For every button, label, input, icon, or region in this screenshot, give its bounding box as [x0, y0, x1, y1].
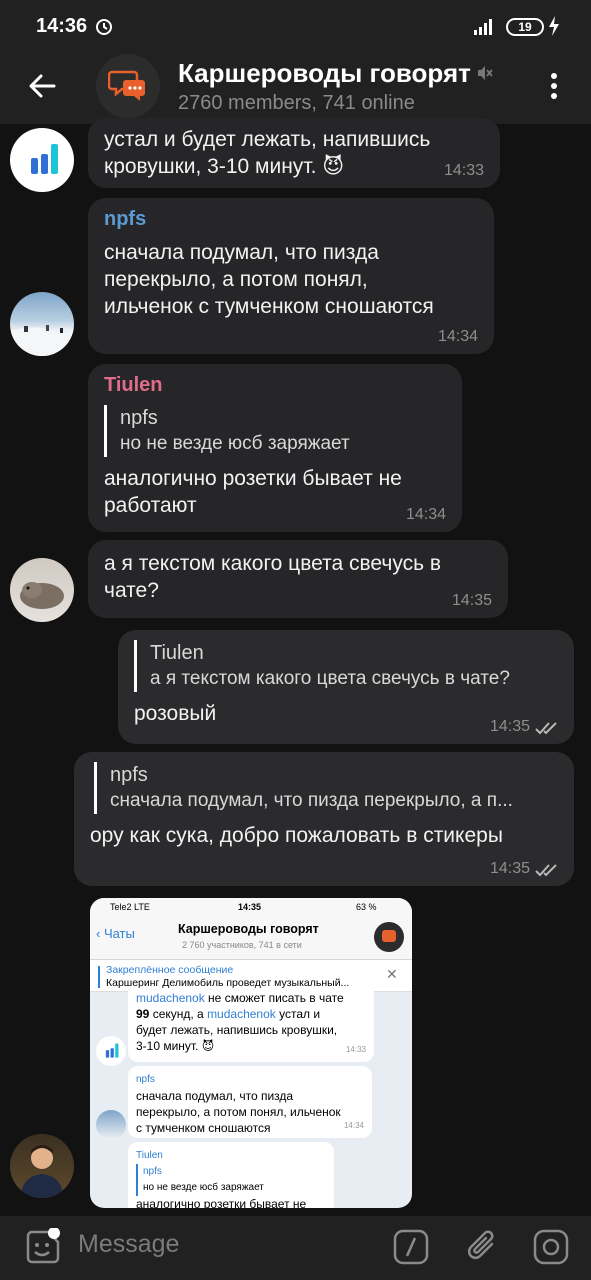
- screenshot-reply-author: npfs: [143, 1166, 162, 1177]
- read-checks-icon: [535, 722, 557, 735]
- screenshot-reply: npfs но не везде юсб заряжает: [136, 1164, 326, 1196]
- sticker-emoji-icon[interactable]: [24, 1228, 62, 1266]
- camera-icon[interactable]: [532, 1228, 570, 1266]
- reply-quote[interactable]: Tiulen а я текстом какого цвета свечусь …: [134, 640, 558, 692]
- screenshot-message: Tiulen npfs но не везде юсб заряжает ана…: [128, 1142, 334, 1208]
- screenshot-back-label: Чаты: [103, 926, 135, 941]
- screenshot-pinned-label: Закреплённое сообщение: [106, 964, 234, 976]
- screenshot-status-bar: Tele2 LTE 14:35 63 %: [90, 898, 412, 916]
- battery-level: 19: [518, 20, 532, 34]
- screenshot-text: аналогично розетки бывает не: [136, 1197, 307, 1208]
- message-bubble[interactable]: npfs сначала подумал, что пизда перекрыл…: [88, 198, 494, 354]
- screenshot-text: 3-10 минут. 😈: [136, 1039, 215, 1053]
- message-time: 14:34: [405, 506, 446, 523]
- screenshot-avatar-npfs: [96, 1110, 126, 1140]
- message-bubble[interactable]: Tiulen npfs но не везде юсб заряжает ана…: [88, 364, 462, 532]
- reply-author: npfs: [120, 407, 158, 429]
- user-avatar-stats[interactable]: [10, 128, 74, 192]
- message-time: 14:33: [443, 162, 484, 179]
- screenshot-message: mudachenok не сможет писать в чате 99 се…: [128, 988, 374, 1062]
- screenshot-text: не сможет писать в чате: [204, 991, 344, 1005]
- message-time: 14:35: [489, 860, 530, 877]
- commands-slash-icon[interactable]: [392, 1228, 430, 1266]
- message-text: сначала подумал, что пизда перекрыло, а …: [104, 241, 434, 318]
- screenshot-avatar-stats: [96, 1036, 126, 1066]
- screenshot-mention: mudachenok: [207, 1007, 276, 1021]
- message-sender[interactable]: npfs: [104, 208, 478, 231]
- reply-author: Tiulen: [150, 642, 204, 664]
- screenshot-text: устал и: [275, 1007, 321, 1021]
- chart-icon: [31, 144, 58, 174]
- screenshot-header: ‹ Чаты Каршероводы говорят 2 760 участни…: [90, 916, 412, 960]
- message-text: ору как сука, добро пожаловать в стикеры: [90, 824, 503, 847]
- screenshot-sender: npfs: [136, 1074, 155, 1085]
- chart-icon: [105, 1043, 119, 1058]
- screenshot-text: 99: [136, 1007, 150, 1021]
- user-avatar-sender[interactable]: [10, 1134, 74, 1198]
- screenshot-time: 14:33: [345, 1045, 366, 1054]
- screenshot-sender: Tiulen: [136, 1150, 163, 1161]
- outgoing-message-bubble[interactable]: npfs сначала подумал, что пизда перекрыл…: [74, 752, 574, 886]
- message-time: 14:34: [437, 328, 478, 345]
- charging-icon: [549, 16, 559, 36]
- screenshot-time: 14:35: [238, 902, 262, 912]
- message-bubble[interactable]: а я текстом какого цвета свечусь в чате?…: [88, 540, 508, 618]
- screenshot-carrier: Tele2 LTE: [110, 902, 150, 912]
- message-text: устал и будет лежать, напившись кровушки…: [104, 128, 431, 178]
- user-avatar-npfs[interactable]: [10, 292, 74, 356]
- signal-icon: [474, 19, 492, 35]
- status-time: 14:36: [36, 15, 88, 37]
- screenshot-battery: 63 %: [356, 902, 377, 912]
- read-checks-icon: [535, 864, 557, 877]
- reply-quote[interactable]: npfs сначала подумал, что пизда перекрыл…: [94, 762, 558, 814]
- message-sender[interactable]: Tiulen: [104, 374, 446, 397]
- message-bubble[interactable]: устал и будет лежать, напившись кровушки…: [88, 118, 500, 188]
- message-text: аналогично розетки бывает не работают: [104, 467, 402, 517]
- muted-icon: [478, 66, 493, 80]
- reply-text: но не везде юсб заряжает: [120, 433, 350, 454]
- status-bar: 14:36 19: [0, 0, 591, 50]
- screenshot-text: сначала подумал, что пизда: [136, 1089, 294, 1103]
- screenshot-back: ‹ Чаты: [96, 926, 135, 941]
- outgoing-message-bubble[interactable]: Tiulen а я текстом какого цвета свечусь …: [118, 630, 574, 744]
- chat-subtitle: 2760 members, 741 online: [178, 92, 415, 114]
- screenshot-text: перекрыло, а потом понял, ильченок: [136, 1105, 341, 1119]
- message-text: а я текстом какого цвета свечусь в чате?: [104, 552, 442, 602]
- message-time: 14:35: [451, 592, 492, 609]
- more-vert-icon[interactable]: [544, 70, 564, 102]
- screenshot-title: Каршероводы говорят: [178, 922, 319, 936]
- message-input[interactable]: Message: [78, 1230, 179, 1259]
- group-avatar[interactable]: [96, 54, 160, 118]
- chat-header: Каршероводы говорят 2760 members, 741 on…: [0, 50, 591, 124]
- attach-paperclip-icon[interactable]: [464, 1228, 502, 1266]
- screenshot-text: секунд, а: [149, 1007, 208, 1021]
- reply-author: npfs: [110, 764, 148, 786]
- user-avatar-tiulen[interactable]: [10, 558, 74, 622]
- screenshot-message: npfs сначала подумал, что пизда перекрыл…: [128, 1066, 372, 1138]
- screenshot-close-icon: ✕: [386, 966, 398, 982]
- reply-text: сначала подумал, что пизда перекрыло, а …: [110, 790, 513, 811]
- chat-title[interactable]: Каршероводы говорят: [178, 58, 471, 89]
- screenshot-time: 14:34: [343, 1121, 364, 1130]
- back-arrow-icon[interactable]: [26, 70, 58, 102]
- screenshot-mention: mudachenok: [136, 991, 205, 1005]
- reply-quote[interactable]: npfs но не везде юсб заряжает: [104, 405, 446, 457]
- avatar-image: [20, 1145, 64, 1198]
- screenshot-avatar: [374, 922, 404, 952]
- screenshot-text: с тумченком сношаются: [136, 1121, 271, 1135]
- avatar-image: [10, 325, 74, 356]
- avatar-image: [20, 582, 64, 609]
- screenshot-subtitle: 2 760 участников, 741 в сети: [182, 940, 302, 950]
- screenshot-text: будет лежать, напившись кровушки,: [136, 1023, 338, 1037]
- shared-screenshot-image[interactable]: Tele2 LTE 14:35 63 % ‹ Чаты Каршероводы …: [90, 898, 412, 1208]
- battery-icon: 19: [506, 18, 544, 36]
- message-time: 14:35: [489, 718, 530, 735]
- message-input-bar: Message: [0, 1216, 591, 1280]
- chat-bubbles-icon: [108, 70, 145, 101]
- reply-text: а я текстом какого цвета свечусь в чате?: [150, 668, 510, 689]
- alarm-icon: [96, 19, 112, 35]
- screenshot-reply-text: но не везде юсб заряжает: [143, 1182, 264, 1193]
